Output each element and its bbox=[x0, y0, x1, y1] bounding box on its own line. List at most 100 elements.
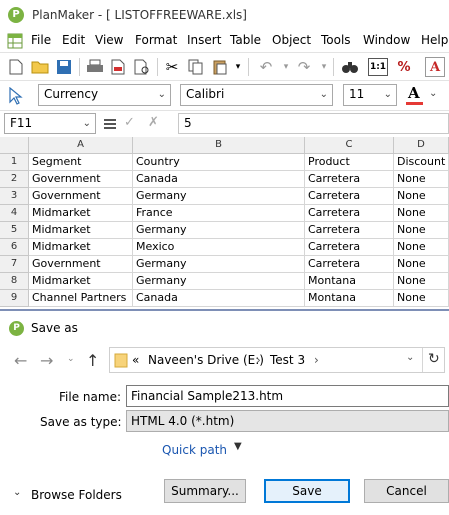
table-cell[interactable]: Germany bbox=[133, 222, 305, 239]
row-header[interactable]: 8 bbox=[0, 273, 29, 290]
table-cell[interactable]: None bbox=[394, 290, 449, 307]
column-header-d[interactable]: D bbox=[394, 137, 449, 154]
open-folder-icon[interactable] bbox=[30, 57, 50, 77]
row-header[interactable]: 1 bbox=[0, 154, 29, 171]
copy-icon[interactable] bbox=[186, 57, 206, 77]
menu-tools[interactable]: Tools bbox=[321, 33, 351, 47]
text-style-icon[interactable]: A bbox=[425, 57, 445, 77]
file-name-input[interactable]: Financial Sample213.htm bbox=[126, 385, 449, 407]
menu-insert[interactable]: Insert bbox=[187, 33, 221, 47]
table-cell[interactable]: Germany bbox=[133, 273, 305, 290]
address-bar[interactable]: « Naveen's Drive (E:) › Test 3 › ⌄ ↻ bbox=[109, 347, 445, 373]
table-cell[interactable]: Germany bbox=[133, 188, 305, 205]
save-button[interactable]: Save bbox=[264, 479, 350, 503]
cut-icon[interactable]: ✂ bbox=[162, 57, 182, 77]
table-cell[interactable]: Government bbox=[29, 171, 133, 188]
table-cell[interactable]: Government bbox=[29, 256, 133, 273]
table-cell[interactable]: Discount B bbox=[394, 154, 449, 171]
row-header[interactable]: 5 bbox=[0, 222, 29, 239]
table-cell[interactable]: None bbox=[394, 256, 449, 273]
table-cell[interactable]: Channel Partners bbox=[29, 290, 133, 307]
table-cell[interactable]: Country bbox=[133, 154, 305, 171]
path-overflow[interactable]: « bbox=[132, 353, 139, 367]
back-arrow-icon[interactable]: ← bbox=[14, 351, 27, 370]
spreadsheet-doc-icon[interactable] bbox=[6, 32, 24, 50]
find-binoculars-icon[interactable] bbox=[340, 57, 360, 77]
table-cell[interactable]: None bbox=[394, 205, 449, 222]
menu-table[interactable]: Table bbox=[230, 33, 261, 47]
column-header-b[interactable]: B bbox=[133, 137, 305, 154]
row-header[interactable]: 9 bbox=[0, 290, 29, 307]
quick-path-link[interactable]: Quick path bbox=[162, 443, 227, 457]
select-pointer-icon[interactable] bbox=[9, 87, 23, 105]
grid-corner[interactable] bbox=[0, 137, 29, 154]
table-cell[interactable]: Midmarket bbox=[29, 205, 133, 222]
cancel-entry-icon[interactable]: ✗ bbox=[148, 115, 159, 130]
menu-edit[interactable]: Edit bbox=[62, 33, 85, 47]
summary-button[interactable]: Summary... bbox=[164, 479, 246, 503]
table-cell[interactable]: Carretera bbox=[305, 256, 394, 273]
number-format-select[interactable]: Currency ⌄ bbox=[38, 84, 171, 106]
export-pdf-icon[interactable] bbox=[108, 57, 128, 77]
table-cell[interactable]: France bbox=[133, 205, 305, 222]
percent-format-icon[interactable]: % bbox=[394, 57, 414, 77]
browse-folders-toggle[interactable]: Browse Folders bbox=[31, 488, 122, 502]
row-header[interactable]: 2 bbox=[0, 171, 29, 188]
row-header[interactable]: 4 bbox=[0, 205, 29, 222]
print-icon[interactable] bbox=[85, 57, 105, 77]
table-cell[interactable]: Midmarket bbox=[29, 239, 133, 256]
table-cell[interactable]: None bbox=[394, 239, 449, 256]
undo-dropdown-chevron-icon[interactable]: ▾ bbox=[276, 57, 296, 77]
path-folder[interactable]: Test 3 bbox=[270, 353, 305, 367]
menu-file[interactable]: File bbox=[31, 33, 51, 47]
table-cell[interactable]: Government bbox=[29, 188, 133, 205]
up-arrow-icon[interactable]: ↑ bbox=[86, 351, 99, 370]
row-header[interactable]: 3 bbox=[0, 188, 29, 205]
column-header-a[interactable]: A bbox=[29, 137, 133, 154]
table-cell[interactable]: Midmarket bbox=[29, 273, 133, 290]
table-cell[interactable]: Carretera bbox=[305, 171, 394, 188]
table-cell[interactable]: Segment bbox=[29, 154, 133, 171]
menu-object[interactable]: Object bbox=[272, 33, 311, 47]
table-cell[interactable]: Mexico bbox=[133, 239, 305, 256]
table-cell[interactable]: Carretera bbox=[305, 205, 394, 222]
redo-icon[interactable]: ↷ bbox=[294, 57, 314, 77]
table-cell[interactable]: Germany bbox=[133, 256, 305, 273]
print-preview-icon[interactable] bbox=[132, 57, 152, 77]
formula-input[interactable]: 5 bbox=[178, 113, 449, 134]
table-cell[interactable]: Canada bbox=[133, 171, 305, 188]
table-cell[interactable]: Carretera bbox=[305, 188, 394, 205]
path-drive[interactable]: Naveen's Drive (E:) bbox=[148, 353, 264, 367]
table-cell[interactable]: None bbox=[394, 171, 449, 188]
browse-folders-chevron-icon[interactable]: ⌄ bbox=[13, 487, 21, 498]
row-header[interactable]: 7 bbox=[0, 256, 29, 273]
new-document-icon[interactable] bbox=[6, 57, 26, 77]
redo-dropdown-chevron-icon[interactable]: ▾ bbox=[314, 57, 334, 77]
table-cell[interactable]: Canada bbox=[133, 290, 305, 307]
confirm-entry-icon[interactable]: ✓ bbox=[124, 115, 135, 130]
save-icon[interactable] bbox=[54, 57, 74, 77]
row-header[interactable]: 6 bbox=[0, 239, 29, 256]
menu-help[interactable]: Help bbox=[421, 33, 448, 47]
address-dropdown-chevron-icon[interactable]: ⌄ bbox=[406, 352, 414, 363]
table-cell[interactable]: Product bbox=[305, 154, 394, 171]
cancel-button[interactable]: Cancel bbox=[364, 479, 449, 503]
table-cell[interactable]: Midmarket bbox=[29, 222, 133, 239]
quick-path-dropdown-icon[interactable]: ▼ bbox=[234, 441, 242, 452]
table-cell[interactable]: Carretera bbox=[305, 239, 394, 256]
table-cell[interactable]: Montana bbox=[305, 290, 394, 307]
forward-arrow-icon[interactable]: → bbox=[40, 351, 53, 370]
formula-list-icon[interactable] bbox=[103, 117, 117, 131]
font-size-select[interactable]: 11 ⌄ bbox=[343, 84, 397, 106]
undo-icon[interactable]: ↶ bbox=[256, 57, 276, 77]
refresh-icon[interactable]: ↻ bbox=[428, 351, 440, 367]
paste-dropdown-chevron-icon[interactable]: ▾ bbox=[228, 57, 248, 77]
font-color-dropdown-icon[interactable]: ⌄ bbox=[429, 88, 437, 99]
table-cell[interactable]: None bbox=[394, 188, 449, 205]
cell-reference-box[interactable]: F11 ⌄ bbox=[4, 113, 96, 134]
paste-icon[interactable] bbox=[210, 57, 230, 77]
recent-locations-chevron-icon[interactable]: ⌄ bbox=[67, 354, 75, 364]
table-cell[interactable]: None bbox=[394, 273, 449, 290]
table-cell[interactable]: Carretera bbox=[305, 222, 394, 239]
menu-window[interactable]: Window bbox=[363, 33, 410, 47]
